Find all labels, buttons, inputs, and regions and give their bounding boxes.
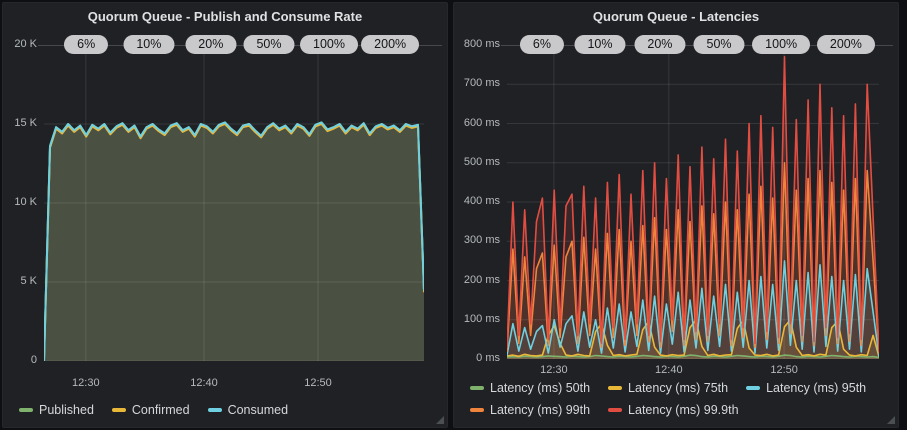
annotation-pill-200[interactable]: 200% [361, 35, 419, 54]
y-axis-label: 20 K [3, 38, 37, 50]
y-axis-label: 500 ms [454, 156, 500, 168]
legend-swatch-icon [746, 386, 760, 390]
annotation-pill-20[interactable]: 20% [185, 35, 236, 54]
legend-label: Latency (ms) 95th [766, 381, 866, 395]
x-axis-label: 12:50 [304, 377, 332, 389]
y-axis-label: 800 ms [454, 38, 500, 50]
annotation-pill-6[interactable]: 6% [64, 35, 108, 54]
legend-swatch-icon [19, 408, 33, 412]
y-axis-label: 200 ms [454, 274, 500, 286]
annotation-pill-100[interactable]: 100% [300, 35, 358, 54]
legend-item-latency-ms-99-9th[interactable]: Latency (ms) 99.9th [608, 403, 738, 417]
legend-swatch-icon [208, 408, 222, 412]
y-axis-label: 0 [3, 354, 37, 366]
y-axis-label: 400 ms [454, 195, 500, 207]
x-axis-label: 12:50 [770, 364, 798, 376]
legend-swatch-icon [608, 386, 622, 390]
legend-label: Confirmed [132, 403, 190, 417]
legend-label: Consumed [228, 403, 288, 417]
y-axis-label: 100 ms [454, 313, 500, 325]
y-axis-label: 10 K [3, 196, 37, 208]
legend-item-latency-ms-50th[interactable]: Latency (ms) 50th [470, 381, 590, 395]
y-axis-label: 15 K [3, 117, 37, 129]
annotation-pill-10[interactable]: 10% [574, 35, 625, 54]
legend-item-latency-ms-99th[interactable]: Latency (ms) 99th [470, 403, 590, 417]
grafana-dashboard: { "window": { "background": "#0d0f12", "… [0, 0, 907, 430]
legend-item-confirmed[interactable]: Confirmed [112, 403, 190, 417]
annotation-pill-6[interactable]: 6% [520, 35, 564, 54]
panel-title[interactable]: Quorum Queue - Latencies [454, 3, 898, 31]
x-axis-label: 12:30 [540, 364, 568, 376]
panel-publish-consume-rate: Quorum Queue - Publish and Consume Rate … [2, 2, 448, 428]
legend-item-consumed[interactable]: Consumed [208, 403, 288, 417]
plot-area[interactable] [44, 45, 424, 361]
annotation-pill-200[interactable]: 200% [817, 35, 875, 54]
y-axis-label: 0 ms [454, 352, 500, 364]
annotation-pill-50[interactable]: 50% [243, 35, 294, 54]
annotation-pill-50[interactable]: 50% [694, 35, 745, 54]
resize-handle-icon[interactable] [887, 416, 895, 424]
annotation-pill-10[interactable]: 10% [123, 35, 174, 54]
annotation-pill-100[interactable]: 100% [752, 35, 810, 54]
legend-swatch-icon [470, 386, 484, 390]
legend-label: Latency (ms) 75th [628, 381, 728, 395]
legend: Published Confirmed Consumed [19, 403, 447, 417]
annotation-pill-20[interactable]: 20% [634, 35, 685, 54]
x-axis-label: 12:40 [655, 364, 683, 376]
panel-latencies: Quorum Queue - Latencies 6% 10% 20% 50% 100%… [453, 2, 899, 428]
y-axis-label: 5 K [3, 275, 37, 287]
legend: Latency (ms) 50th Latency (ms) 75th Latenc… [470, 381, 898, 417]
legend-swatch-icon [608, 408, 622, 412]
dashboard-row: Quorum Queue - Publish and Consume Rate … [0, 0, 901, 430]
legend-item-latency-ms-75th[interactable]: Latency (ms) 75th [608, 381, 728, 395]
y-axis-label: 700 ms [454, 77, 500, 89]
legend-label: Latency (ms) 50th [490, 381, 590, 395]
resize-handle-icon[interactable] [436, 416, 444, 424]
x-axis-label: 12:30 [72, 377, 100, 389]
y-axis-label: 300 ms [454, 234, 500, 246]
legend-label: Latency (ms) 99th [490, 403, 590, 417]
legend-swatch-icon [112, 408, 126, 412]
legend-item-published[interactable]: Published [19, 403, 94, 417]
y-axis-label: 600 ms [454, 117, 500, 129]
series-area-published [44, 122, 424, 361]
plot-area[interactable] [507, 45, 879, 359]
legend-label: Published [39, 403, 94, 417]
legend-item-latency-ms-95th[interactable]: Latency (ms) 95th [746, 381, 866, 395]
legend-swatch-icon [470, 408, 484, 412]
legend-label: Latency (ms) 99.9th [628, 403, 738, 417]
panel-title[interactable]: Quorum Queue - Publish and Consume Rate [3, 3, 447, 31]
x-axis-label: 12:40 [190, 377, 218, 389]
